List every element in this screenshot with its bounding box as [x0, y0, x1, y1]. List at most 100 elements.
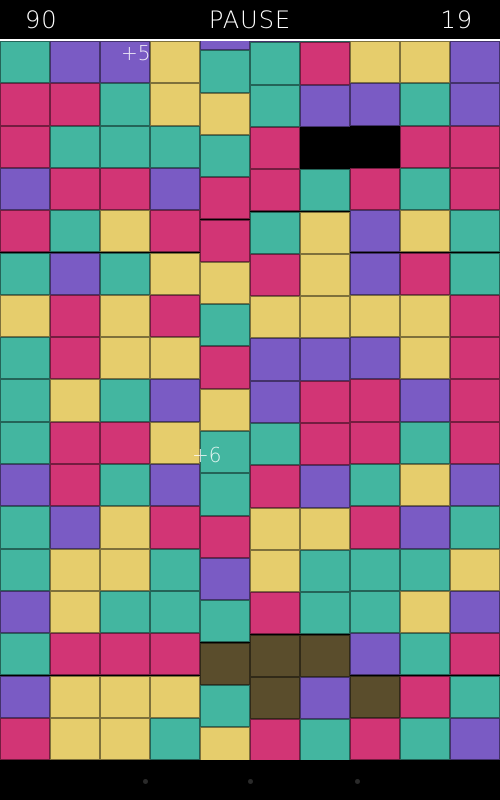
tile-pink[interactable] — [450, 125, 500, 168]
tile-teal[interactable] — [400, 83, 450, 126]
tile-purple[interactable] — [450, 83, 500, 126]
game-board[interactable]: +5 +6 — [0, 41, 500, 760]
tile-pink[interactable] — [100, 167, 150, 211]
tile-pink[interactable] — [200, 346, 250, 389]
tile-teal[interactable] — [300, 169, 350, 212]
tile-teal[interactable] — [0, 421, 50, 464]
tile-pink[interactable] — [350, 717, 400, 760]
tile-teal[interactable] — [0, 506, 50, 549]
tile-pink[interactable] — [250, 465, 300, 508]
tile-pink[interactable] — [250, 126, 300, 170]
tile-teal[interactable] — [100, 590, 150, 634]
tile-pink[interactable] — [350, 167, 400, 211]
tile-teal[interactable] — [200, 684, 250, 728]
tile-teal[interactable] — [450, 252, 500, 295]
tile-pink[interactable] — [450, 294, 500, 338]
tile-pink[interactable] — [350, 379, 400, 422]
tile-purple[interactable] — [250, 380, 300, 423]
tile-purple[interactable] — [350, 337, 400, 380]
tile-yellow[interactable] — [200, 388, 250, 431]
tile-yellow[interactable] — [100, 294, 150, 338]
tile-teal[interactable] — [100, 379, 150, 422]
tile-pink[interactable] — [200, 515, 250, 558]
tile-purple[interactable] — [0, 464, 50, 507]
tile-teal[interactable] — [400, 548, 450, 591]
tile-pink[interactable] — [450, 421, 500, 464]
tile-teal[interactable] — [250, 84, 300, 127]
tile-teal[interactable] — [100, 125, 150, 168]
tile-purple[interactable] — [400, 379, 450, 422]
tile-pink[interactable] — [50, 633, 100, 676]
nav-recent-icon[interactable] — [355, 779, 360, 784]
tile-teal[interactable] — [450, 210, 500, 253]
tile-yellow[interactable] — [100, 210, 150, 253]
tile-purple[interactable] — [150, 379, 200, 422]
tile-purple[interactable] — [300, 84, 350, 127]
tile-pink[interactable] — [50, 294, 100, 338]
tile-pink[interactable] — [150, 633, 200, 676]
tile-yellow[interactable] — [400, 210, 450, 253]
tile-teal[interactable] — [400, 421, 450, 464]
tile-purple[interactable] — [350, 252, 400, 295]
tile-teal[interactable] — [0, 41, 50, 84]
tile-teal[interactable] — [250, 211, 300, 254]
tile-yellow[interactable] — [300, 296, 350, 339]
pause-button[interactable]: PAUSE — [0, 6, 500, 34]
tile-purple[interactable] — [450, 464, 500, 507]
tile-cleared[interactable] — [250, 676, 300, 720]
tile-yellow[interactable] — [200, 261, 250, 305]
tile-teal[interactable] — [250, 423, 300, 466]
tile-yellow[interactable] — [400, 590, 450, 634]
tile-pink[interactable] — [300, 42, 350, 85]
tile-yellow[interactable] — [50, 379, 100, 422]
tile-pink[interactable] — [250, 719, 300, 760]
tile-purple[interactable] — [250, 338, 300, 381]
tile-yellow[interactable] — [300, 253, 350, 297]
tile-teal[interactable] — [0, 548, 50, 591]
tile-teal[interactable] — [0, 379, 50, 422]
tile-pink[interactable] — [50, 464, 100, 507]
tile-yellow[interactable] — [400, 337, 450, 380]
tile-teal[interactable] — [100, 83, 150, 126]
tile-yellow[interactable] — [0, 294, 50, 338]
tile-pink[interactable] — [350, 421, 400, 464]
tile-pink[interactable] — [150, 210, 200, 253]
tile-teal[interactable] — [200, 50, 250, 93]
tile-purple[interactable] — [300, 338, 350, 381]
tile-purple[interactable] — [50, 41, 100, 84]
tile-yellow[interactable] — [400, 464, 450, 507]
tile-pink[interactable] — [250, 592, 300, 635]
tile-pink[interactable] — [400, 125, 450, 168]
tile-teal[interactable] — [50, 210, 100, 253]
tile-yellow[interactable] — [450, 548, 500, 591]
tile-yellow[interactable] — [300, 211, 350, 254]
tile-pink[interactable] — [50, 337, 100, 380]
tile-cleared[interactable] — [200, 642, 250, 685]
tile-pink[interactable] — [50, 421, 100, 464]
tile-purple[interactable] — [350, 83, 400, 126]
tile-purple[interactable] — [450, 590, 500, 634]
tile-purple[interactable] — [300, 676, 350, 720]
tile-pink[interactable] — [450, 633, 500, 676]
tile-pink[interactable] — [0, 717, 50, 760]
tile-teal[interactable] — [0, 337, 50, 380]
tile-yellow[interactable] — [200, 727, 250, 760]
tile-yellow[interactable] — [350, 41, 400, 84]
tile-yellow[interactable] — [150, 83, 200, 126]
tile-pink[interactable] — [400, 252, 450, 295]
tile-pink[interactable] — [200, 219, 250, 262]
tile-teal[interactable] — [150, 590, 200, 634]
tile-teal[interactable] — [0, 252, 50, 295]
tile-cleared[interactable] — [350, 675, 400, 718]
tile-yellow[interactable] — [300, 507, 350, 550]
tile-teal[interactable] — [100, 252, 150, 295]
nav-home-icon[interactable] — [248, 779, 253, 784]
tile-teal[interactable] — [150, 717, 200, 760]
tile-yellow[interactable] — [50, 590, 100, 634]
tile-pink[interactable] — [250, 169, 300, 212]
tile-cleared[interactable] — [300, 634, 350, 677]
tile-pink[interactable] — [0, 125, 50, 168]
tile-pink[interactable] — [100, 421, 150, 464]
tile-yellow[interactable] — [100, 675, 150, 718]
tile-pink[interactable] — [150, 294, 200, 338]
